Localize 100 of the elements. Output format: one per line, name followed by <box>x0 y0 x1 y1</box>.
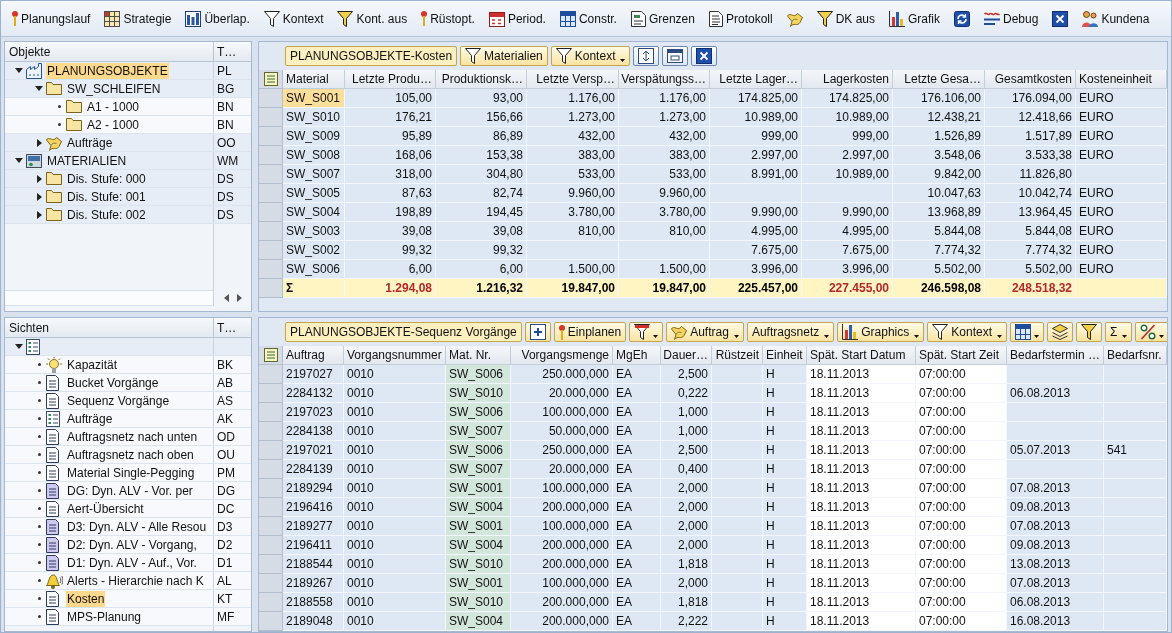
tree-row[interactable]: Aert-Übersicht DC <box>5 500 251 518</box>
column-header[interactable]: MgEh <box>613 346 661 365</box>
node-label[interactable]: PLANUNGSOBJEKTE <box>46 62 169 79</box>
icon-button[interactable] <box>1047 322 1073 342</box>
tree-row[interactable]: PLANUNGSOBJEKTE PL <box>5 62 251 80</box>
column-header[interactable]: Sichten <box>5 318 213 338</box>
column-header[interactable]: Objekte <box>5 42 213 62</box>
row-selector[interactable] <box>259 184 283 203</box>
tree-row[interactable]: Kapazität BK <box>5 356 251 374</box>
toolbar-button[interactable]: Rüstopt. <box>420 7 476 30</box>
column-header[interactable]: Produktionsk… <box>436 70 527 89</box>
caret-down-icon[interactable] <box>35 86 43 91</box>
column-header[interactable]: Mat. Nr. <box>446 346 511 365</box>
layout-button[interactable] <box>259 70 283 89</box>
caret-right-icon[interactable] <box>36 174 42 183</box>
icon-button[interactable] <box>691 46 718 66</box>
toolbar-button[interactable]: Planungslauf <box>11 7 92 30</box>
menu-button[interactable]: Kontext <box>550 46 631 66</box>
column-header[interactable]: Gesamtkosten <box>985 70 1076 89</box>
row-selector[interactable] <box>259 403 283 422</box>
row-selector[interactable] <box>259 517 283 536</box>
row-selector[interactable] <box>259 127 283 146</box>
row-selector[interactable] <box>259 574 283 593</box>
row-selector[interactable] <box>259 422 283 441</box>
toolbar-button[interactable]: Kont. aus <box>336 7 409 30</box>
caret-down-icon[interactable] <box>15 68 23 73</box>
row-selector[interactable] <box>259 498 283 517</box>
column-header[interactable]: Bedarfsnr. <box>1104 346 1167 365</box>
column-header[interactable]: Rüstzeit <box>712 346 763 365</box>
menu-button[interactable]: Kontext <box>927 322 1007 342</box>
column-header[interactable]: Letzte Gesa… <box>893 70 985 89</box>
tree-row[interactable]: DG: Dyn. ALV - Vor. per DG <box>5 482 251 500</box>
row-selector[interactable] <box>259 479 283 498</box>
tree-row[interactable]: Aufträge OO <box>5 134 251 152</box>
toolbar-button[interactable]: DK aus <box>815 7 876 30</box>
tree-row[interactable]: Dis. Stufe: 001 DS <box>5 188 251 206</box>
column-header[interactable]: Vorgangsnummer <box>344 346 446 365</box>
toolbar-button[interactable]: Überlap. <box>184 7 251 30</box>
row-selector[interactable] <box>259 203 283 222</box>
row-selector[interactable] <box>259 222 283 241</box>
node-label[interactable]: Dis. Stufe: 001 <box>66 188 147 205</box>
column-header[interactable]: Lagerkosten <box>802 70 893 89</box>
tree-row[interactable]: Alerts - Hierarchie nach K AL <box>5 572 251 590</box>
tree-row[interactable]: D2: Dyn. ALV - Vorgang, D2 <box>5 536 251 554</box>
tree-row[interactable]: Auftragsnetz nach unten OD <box>5 428 251 446</box>
icon-button[interactable] <box>524 322 551 342</box>
column-header[interactable]: Spät. Start Zeit <box>916 346 1007 365</box>
toolbar-button[interactable]: Kontext <box>262 7 325 30</box>
column-header[interactable]: Verspätungss… <box>619 70 710 89</box>
menu-button[interactable] <box>1135 322 1167 342</box>
tree-row[interactable]: MATERIALIEN WM <box>5 152 251 170</box>
node-label[interactable]: MPS-Planung <box>66 608 143 625</box>
column-header[interactable]: Einheit <box>763 346 807 365</box>
node-label[interactable]: DG: Dyn. ALV - Vor. per <box>66 482 194 499</box>
column-header[interactable]: Kosteneinheit <box>1076 70 1167 89</box>
node-label[interactable]: Bucket Vorgänge <box>66 374 160 391</box>
node-label[interactable]: Alerts - Hierarchie nach K <box>66 572 205 589</box>
column-header[interactable]: Material <box>283 70 345 89</box>
tree-row[interactable]: D3: Dyn. ALV - Alle Resou D3 <box>5 518 251 536</box>
node-label[interactable]: Auftragsnetz nach oben <box>66 446 195 463</box>
layout-button[interactable] <box>259 346 283 365</box>
toolbar-button[interactable]: Grafik <box>888 7 942 30</box>
column-header[interactable]: Letzte Versp… <box>527 70 619 89</box>
menu-button[interactable]: Σ <box>1105 322 1133 342</box>
row-selector[interactable] <box>259 555 283 574</box>
toolbar-button[interactable]: Einplanen <box>553 322 627 342</box>
column-header[interactable]: Letzte Produ… <box>345 70 436 89</box>
column-header[interactable]: Auftrag <box>283 346 344 365</box>
node-label[interactable]: SW_SCHLEIFEN <box>66 80 162 97</box>
tree-row[interactable]: SW_SCHLEIFEN BG <box>5 80 251 98</box>
toolbar-button[interactable]: Protokoll <box>707 7 774 30</box>
tree-row[interactable]: Dis. Stufe: 000 DS <box>5 170 251 188</box>
node-label[interactable]: Dis. Stufe: 002 <box>66 206 147 223</box>
column-header[interactable]: Bedarfstermin … <box>1007 346 1104 365</box>
tree-row[interactable]: Sequenz Vorgänge AS <box>5 392 251 410</box>
toolbar-button[interactable]: Period. <box>487 7 547 30</box>
toolbar-button[interactable]: Kundena <box>1081 7 1151 30</box>
tree-row[interactable]: Bucket Vorgänge AB <box>5 374 251 392</box>
toolbar-button[interactable]: Debug <box>983 7 1040 30</box>
column-header[interactable]: T… <box>213 42 251 62</box>
node-label[interactable]: Aufträge <box>66 410 114 427</box>
tree-row[interactable]: Material Single-Pegging PM <box>5 464 251 482</box>
caret-down-icon[interactable] <box>15 158 23 163</box>
tree-row[interactable]: MPS-Planung MF <box>5 608 251 626</box>
menu-button[interactable]: Auftragsnetz <box>746 322 835 342</box>
row-selector[interactable] <box>259 241 283 260</box>
caret-right-icon[interactable] <box>36 192 42 201</box>
node-label[interactable]: Kosten <box>66 590 106 607</box>
row-selector[interactable] <box>259 593 283 612</box>
row-selector[interactable] <box>259 108 283 127</box>
node-label[interactable]: Dis. Stufe: 000 <box>66 170 147 187</box>
column-header[interactable]: Spät. Start Datum <box>807 346 916 365</box>
column-header[interactable]: T… <box>213 318 251 338</box>
icon-button[interactable] <box>662 46 689 66</box>
column-header[interactable]: Vorgangsmenge <box>511 346 613 365</box>
menu-button[interactable] <box>629 322 664 342</box>
row-selector[interactable] <box>259 384 283 403</box>
row-selector[interactable] <box>259 146 283 165</box>
scroll-left-icon[interactable] <box>223 294 229 302</box>
toolbar-button[interactable]: Constr. <box>558 7 618 30</box>
